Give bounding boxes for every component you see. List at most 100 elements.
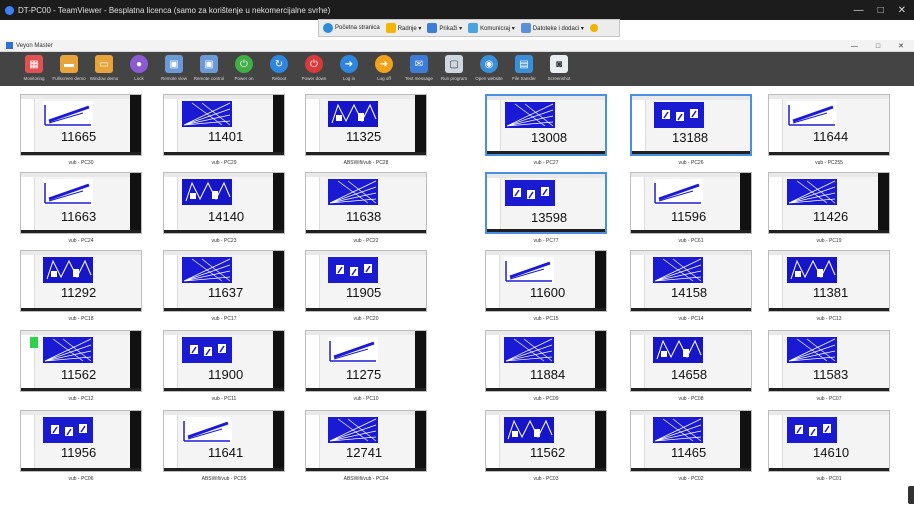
computer-name: ABSWifi/vub - PC05: [201, 476, 247, 482]
app-title-bar: Veyon Master — □ ✕: [0, 40, 914, 52]
computer-tile[interactable]: 11562 vub - PC12: [20, 330, 142, 402]
computer-tile[interactable]: 11465 vub - PC02: [630, 410, 752, 482]
tv-menu-home[interactable]: Početna stranica: [323, 23, 380, 33]
computer-screen-thumbnail[interactable]: 14140: [163, 172, 285, 234]
computer-tile[interactable]: 13598 vub - PC77: [485, 172, 607, 244]
computer-screen-thumbnail[interactable]: 11275: [305, 330, 427, 392]
computer-tile[interactable]: 14658 vub - PC08: [630, 330, 752, 402]
computer-screen-thumbnail[interactable]: 11596: [630, 172, 752, 234]
computer-tile[interactable]: 14610 vub - PC01: [768, 410, 890, 482]
toolbar-button-power-down[interactable]: ⏻ Power down: [300, 52, 328, 81]
computer-screen-thumbnail[interactable]: 11638: [305, 172, 427, 234]
computer-tile[interactable]: 13008 vub - PC27: [485, 94, 607, 166]
computer-screen-thumbnail[interactable]: 14158: [630, 250, 752, 312]
tv-menu-view[interactable]: Prikaži ▾: [427, 23, 462, 33]
computer-screen-thumbnail[interactable]: 12741: [305, 410, 427, 472]
toolbar-button-open-website[interactable]: ◉ Open website: [475, 52, 503, 81]
toolbar-button-power-on[interactable]: ⏻ Power on: [230, 52, 258, 81]
computer-screen-thumbnail[interactable]: 11381: [768, 250, 890, 312]
computer-tile[interactable]: 11644 vub - PC255: [768, 94, 890, 166]
computer-tile[interactable]: 14158 vub - PC14: [630, 250, 752, 322]
app-close-button[interactable]: ✕: [898, 42, 904, 50]
computer-screen-thumbnail[interactable]: 11562: [485, 410, 607, 472]
toolbar-button-lock[interactable]: ● Lock: [125, 52, 153, 81]
computer-screen-thumbnail[interactable]: 11600: [485, 250, 607, 312]
computer-screen-thumbnail[interactable]: 11905: [305, 250, 427, 312]
toolbar-button-text-message[interactable]: ✉ Text message: [405, 52, 433, 81]
computer-tile[interactable]: 11600 vub - PC15: [485, 250, 607, 322]
computer-screen-thumbnail[interactable]: 11465: [630, 410, 752, 472]
close-button[interactable]: ✕: [898, 5, 906, 16]
computer-tile[interactable]: 11637 vub - PC17: [163, 250, 285, 322]
tv-menu-communicate[interactable]: Komunicraj ▾: [468, 23, 515, 33]
toolbar-button-remote-view[interactable]: ▣ Remote view: [160, 52, 188, 81]
computer-tile[interactable]: 11596 vub - PC61: [630, 172, 752, 244]
computer-screen-thumbnail[interactable]: 13188: [630, 94, 752, 156]
toolbar-button-screenshot[interactable]: ◙ Screenshot: [545, 52, 573, 81]
computer-screen-thumbnail[interactable]: 11583: [768, 330, 890, 392]
computer-tile[interactable]: 11583 vub - PC07: [768, 330, 890, 402]
computer-screen-thumbnail[interactable]: 11663: [20, 172, 142, 234]
toolbar-button-label: Log off: [377, 76, 391, 81]
computer-tile[interactable]: 14140 vub - PC23: [163, 172, 285, 244]
tv-menu-files[interactable]: Datoteke i dodaci ▾: [520, 23, 584, 33]
toolbar-button-log-off[interactable]: ➜ Log off: [370, 52, 398, 81]
computer-tile[interactable]: 11325 ABSWifi/vub - PC28: [305, 94, 427, 166]
computer-tile[interactable]: 11665 vub - PC30: [20, 94, 142, 166]
computer-tile[interactable]: 11956 vub - PC06: [20, 410, 142, 482]
computer-screen-thumbnail[interactable]: 11426: [768, 172, 890, 234]
computer-tile[interactable]: 11562 vub - PC03: [485, 410, 607, 482]
computer-screen-thumbnail[interactable]: 14610: [768, 410, 890, 472]
tv-toolbar-close-icon[interactable]: [589, 24, 598, 32]
tv-menu-actions[interactable]: Radnje ▾: [385, 23, 421, 33]
computer-name: vub - PC22: [353, 238, 379, 244]
computer-tile[interactable]: 11292 vub - PC18: [20, 250, 142, 322]
computer-screen-thumbnail[interactable]: 13008: [485, 94, 607, 156]
screen-sidebar: [631, 331, 645, 391]
toolbar-button-run-program[interactable]: ▢ Run program: [440, 52, 468, 81]
computer-tile[interactable]: 11381 vub - PC13: [768, 250, 890, 322]
computer-screen-thumbnail[interactable]: 11956: [20, 410, 142, 472]
toolbar-button-reboot[interactable]: ↻ Reboot: [265, 52, 293, 81]
computer-screen-thumbnail[interactable]: 11292: [20, 250, 142, 312]
minimize-button[interactable]: —: [854, 5, 864, 16]
scroll-handle[interactable]: [908, 486, 914, 504]
toolbar-button-log-in[interactable]: ➜ Log in: [335, 52, 363, 81]
computer-tile[interactable]: 11426 vub - PC19: [768, 172, 890, 244]
computer-screen-thumbnail[interactable]: 11325: [305, 94, 427, 156]
toolbar-button-remote-control[interactable]: ▣ Remote control: [194, 52, 224, 81]
computer-screen-thumbnail[interactable]: 11401: [163, 94, 285, 156]
log-in-icon: ➜: [340, 55, 358, 73]
computer-tile[interactable]: 13188 vub - PC26: [630, 94, 752, 166]
computer-screen-thumbnail[interactable]: 11562: [20, 330, 142, 392]
computer-tile[interactable]: 11638 vub - PC22: [305, 172, 427, 244]
computer-tile[interactable]: 11275 vub - PC10: [305, 330, 427, 402]
screen-taskbar: [164, 388, 284, 391]
computer-tile[interactable]: 11905 vub - PC20: [305, 250, 427, 322]
computer-name: vub - PC06: [68, 476, 94, 482]
app-minimize-button[interactable]: —: [851, 43, 858, 50]
screen-taskbar: [487, 151, 605, 154]
computer-screen-thumbnail[interactable]: 13598: [485, 172, 607, 234]
maximize-button[interactable]: □: [878, 5, 884, 16]
computer-tile[interactable]: 11900 vub - PC11: [163, 330, 285, 402]
toolbar-button-window-demo[interactable]: ▭ Window demo: [90, 52, 118, 81]
computer-tile[interactable]: 12741 ABSWifi/vub - PC04: [305, 410, 427, 482]
screen-image: [787, 337, 837, 363]
toolbar-button-monitoring[interactable]: ▦ Monitoring: [20, 52, 48, 81]
computer-tile[interactable]: 11884 vub - PC09: [485, 330, 607, 402]
toolbar-button-fullscreen-demo[interactable]: ▬ Fullscreen demo: [52, 52, 86, 81]
computer-screen-thumbnail[interactable]: 11900: [163, 330, 285, 392]
computer-tile[interactable]: 11401 vub - PC29: [163, 94, 285, 166]
computer-tile[interactable]: 11641 ABSWifi/vub - PC05: [163, 410, 285, 482]
toolbar-button-file-transfer[interactable]: ▤ File transfer: [510, 52, 538, 81]
computer-screen-thumbnail[interactable]: 14658: [630, 330, 752, 392]
computer-screen-thumbnail[interactable]: 11884: [485, 330, 607, 392]
computer-screen-thumbnail[interactable]: 11637: [163, 250, 285, 312]
remote-view-icon: ▣: [165, 55, 183, 73]
app-maximize-button[interactable]: □: [876, 43, 880, 50]
computer-tile[interactable]: 11663 vub - PC24: [20, 172, 142, 244]
computer-screen-thumbnail[interactable]: 11641: [163, 410, 285, 472]
computer-screen-thumbnail[interactable]: 11665: [20, 94, 142, 156]
computer-screen-thumbnail[interactable]: 11644: [768, 94, 890, 156]
